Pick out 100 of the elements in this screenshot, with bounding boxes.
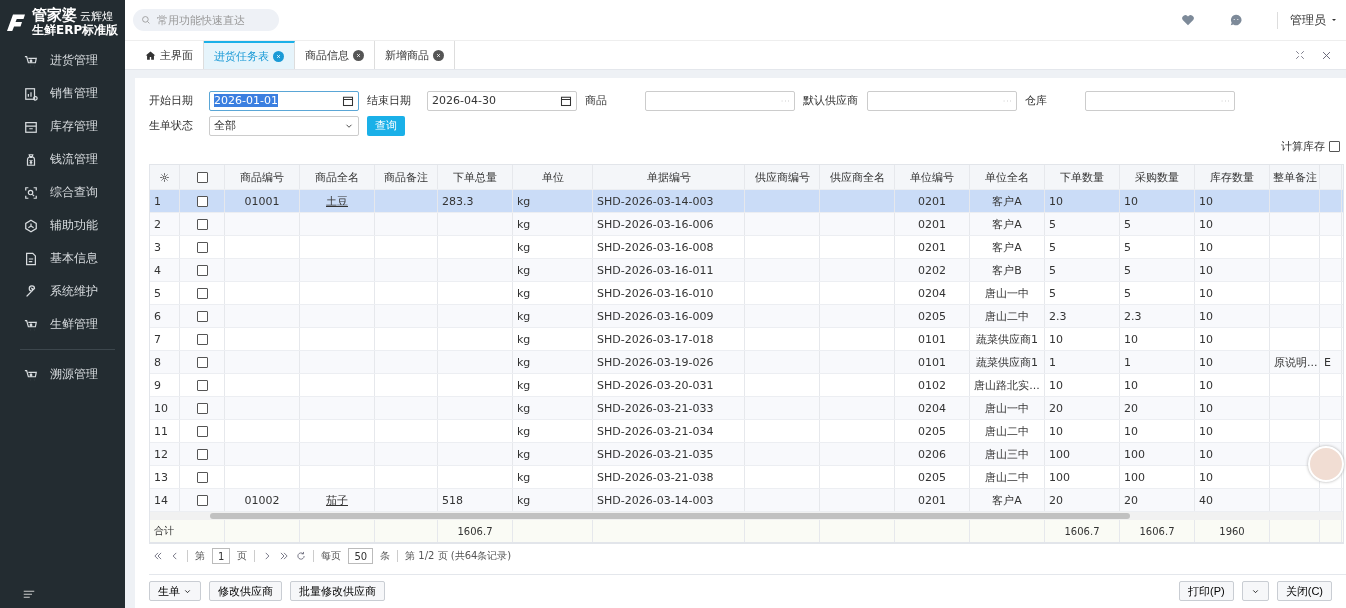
table-cell: 唐山二中 xyxy=(985,308,1029,324)
table-cell: 20 xyxy=(1124,401,1138,415)
sidebar-item[interactable]: 溯源管理 xyxy=(0,358,125,391)
checkbox[interactable] xyxy=(196,218,208,230)
table-cell: SHD-2026-03-16-006 xyxy=(597,217,714,231)
refresh-button[interactable] xyxy=(296,551,307,561)
table-cell: 客户A xyxy=(992,193,1022,209)
total-value: 1606.7 xyxy=(457,525,493,537)
row-number: 7 xyxy=(154,332,161,346)
sidebar-item[interactable]: 系统维护 xyxy=(0,275,125,308)
table-cell: 10 xyxy=(1124,194,1138,208)
table-cell: 0204 xyxy=(918,401,946,415)
product-field[interactable] xyxy=(645,90,795,111)
table-cell: 唐山二中 xyxy=(985,469,1029,485)
checkbox[interactable] xyxy=(196,241,208,253)
search-scan-icon xyxy=(24,185,38,200)
table-row[interactable]: 14 01002 茄子 518 kg SHD-2026-03-14-003 0201 客户A 20 20 40 xyxy=(150,489,1343,512)
table-cell: 20 xyxy=(1049,493,1063,507)
sidebar-item[interactable]: 辅助功能 xyxy=(0,209,125,242)
table-cell: SHD-2026-03-16-010 xyxy=(597,286,714,300)
action-button[interactable]: 生单 xyxy=(149,581,201,601)
table-cell: SHD-2026-03-21-034 xyxy=(597,424,714,438)
last-page-button[interactable] xyxy=(279,551,290,561)
date-field[interactable]: 2026-04-30 xyxy=(427,90,577,111)
table-cell: SHD-2026-03-21-038 xyxy=(597,470,714,484)
checkbox[interactable] xyxy=(196,195,208,207)
checkbox[interactable] xyxy=(196,310,208,322)
tab[interactable]: 商品信息 xyxy=(295,41,375,69)
table-cell: kg xyxy=(517,378,531,392)
document-icon xyxy=(24,251,38,266)
checkbox[interactable] xyxy=(196,171,208,183)
tab[interactable]: 新增商品 xyxy=(375,41,455,69)
row-number: 3 xyxy=(154,240,161,254)
column-header: 采购数量 xyxy=(1135,169,1179,185)
first-page-button[interactable] xyxy=(153,551,163,561)
page-input[interactable]: 1 xyxy=(212,548,231,564)
sidebar-item[interactable]: 基本信息 xyxy=(0,242,125,275)
table-row[interactable]: 6 kg SHD-2026-03-16-009 0205 唐山二中 2.3 2.3 10 xyxy=(150,305,1343,328)
sidebar-item[interactable]: 生鲜管理 xyxy=(0,308,125,341)
page-size-input[interactable]: 50 xyxy=(348,548,374,564)
table-cell: 5 xyxy=(1124,286,1131,300)
checkbox[interactable] xyxy=(196,425,208,437)
supplier-field[interactable] xyxy=(867,90,1017,111)
table-row[interactable]: 4 kg SHD-2026-03-16-011 0202 客户B 5 5 10 xyxy=(150,259,1343,282)
sidebar-item[interactable]: 进货管理 xyxy=(0,44,125,77)
pager-label: 条 xyxy=(380,549,391,563)
action-button[interactable]: 修改供应商 xyxy=(209,581,282,601)
checkbox[interactable] xyxy=(196,448,208,460)
table-cell: 10 xyxy=(1049,332,1063,346)
sidebar-item[interactable]: 销售管理 xyxy=(0,77,125,110)
table-cell: 100 xyxy=(1049,447,1070,461)
table-cell: 10 xyxy=(1199,355,1213,369)
sidebar-item[interactable]: 综合查询 xyxy=(0,176,125,209)
column-header: 商品编号 xyxy=(240,169,284,185)
prev-page-button[interactable] xyxy=(170,551,180,561)
table-cell: 5 xyxy=(1049,217,1056,231)
warehouse-field[interactable] xyxy=(1085,90,1235,111)
table-row[interactable]: 10 kg SHD-2026-03-21-033 0204 唐山一中 20 20 10 xyxy=(150,397,1343,420)
box-icon xyxy=(24,119,38,134)
checkbox[interactable] xyxy=(196,379,208,391)
row-number: 10 xyxy=(154,401,168,415)
date-field[interactable]: 2026-01-01 xyxy=(209,90,359,111)
sidebar-item[interactable]: 库存管理 xyxy=(0,110,125,143)
checkbox[interactable] xyxy=(196,402,208,414)
row-number: 13 xyxy=(154,470,168,484)
checkbox[interactable] xyxy=(196,471,208,483)
table-row[interactable]: 8 kg SHD-2026-03-19-026 0101 蔬菜供应商1 1 1 10 原说明... E xyxy=(150,351,1343,374)
table-cell: E xyxy=(1324,355,1331,369)
checkbox[interactable] xyxy=(196,333,208,345)
table-cell: SHD-2026-03-14-003 xyxy=(597,194,714,208)
table-cell: 唐山二中 xyxy=(985,423,1029,439)
action-button[interactable]: 打印(P) xyxy=(1179,581,1234,601)
status-dropdown[interactable]: 全部 xyxy=(209,115,359,136)
table-cell: 10 xyxy=(1199,240,1213,254)
checkbox[interactable] xyxy=(196,356,208,368)
table-cell: kg xyxy=(517,240,531,254)
table-row[interactable]: 2 kg SHD-2026-03-16-006 0201 客户A 5 5 10 xyxy=(150,213,1343,236)
table-cell: 0204 xyxy=(918,286,946,300)
table-cell: 10 xyxy=(1199,424,1213,438)
action-button[interactable]: 批量修改供应商 xyxy=(290,581,385,601)
product-link[interactable]: 茄子 xyxy=(326,492,348,508)
table-cell: SHD-2026-03-21-035 xyxy=(597,447,714,461)
table-cell: 0101 xyxy=(918,355,946,369)
table-row[interactable]: 1 01001 土豆 283.3 kg SHD-2026-03-14-003 0201 客户A 10 10 10 xyxy=(150,190,1343,213)
table-row[interactable]: 12 kg SHD-2026-03-21-035 0206 唐山三中 100 100 10 xyxy=(150,443,1343,466)
column-header: 单位 xyxy=(541,169,564,185)
checkbox[interactable] xyxy=(196,494,208,506)
double-chevron-left-icon xyxy=(153,551,163,561)
table-cell: kg xyxy=(517,309,531,323)
checkbox[interactable] xyxy=(196,264,208,276)
checkbox[interactable] xyxy=(1329,140,1340,152)
checkbox[interactable] xyxy=(196,287,208,299)
column-header: 单据编号 xyxy=(646,169,691,185)
sidebar-item[interactable]: 钱流管理 xyxy=(0,143,125,176)
money-bag-icon xyxy=(24,152,38,167)
user-menu[interactable]: 管理员 xyxy=(1277,11,1338,29)
table-cell: 10 xyxy=(1199,217,1213,231)
action-button[interactable]: 关闭(C) xyxy=(1276,581,1332,601)
product-link[interactable]: 土豆 xyxy=(326,193,348,209)
scrollbar-thumb[interactable] xyxy=(210,513,1130,519)
